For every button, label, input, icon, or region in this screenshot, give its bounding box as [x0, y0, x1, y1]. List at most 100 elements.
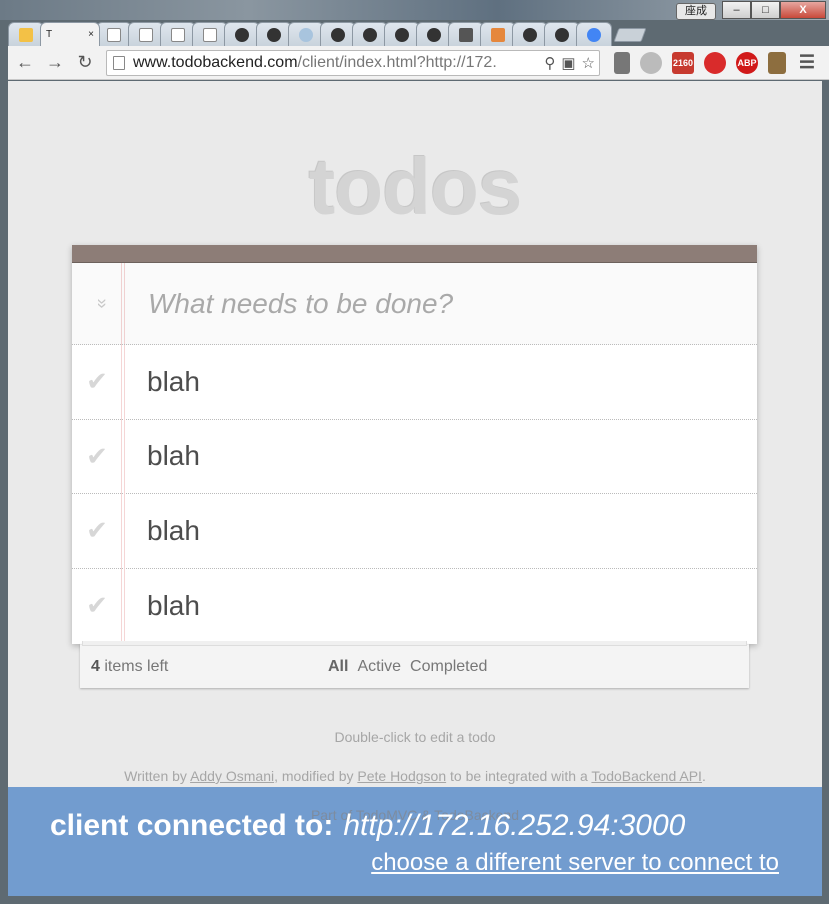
author-link-pete[interactable]: Pete Hodgson [357, 768, 446, 784]
bookmark-star-icon[interactable]: ☆ [582, 54, 595, 72]
window-controls: – □ X [722, 1, 826, 20]
todo-label[interactable]: blah [122, 366, 200, 398]
app-title: todos [308, 142, 523, 231]
react-icon[interactable] [640, 51, 662, 74]
checkmark-icon[interactable]: ✔ [72, 441, 122, 472]
tab[interactable] [320, 22, 356, 46]
credits-text: , modified by [274, 768, 358, 784]
github-icon [267, 27, 281, 42]
url-path: /client/index.html?http://172. [297, 53, 497, 71]
tab[interactable] [128, 22, 164, 46]
page-viewport: todos » ✔ blah ✔ blah ✔ blah ✔ blah 4 it… [8, 81, 822, 896]
tab[interactable] [480, 22, 516, 46]
count-suffix: items left [99, 657, 169, 675]
minimize-button[interactable]: – [722, 1, 751, 19]
tab[interactable] [448, 22, 484, 46]
tab[interactable] [384, 22, 420, 46]
tab[interactable] [160, 22, 196, 46]
todo-app: » ✔ blah ✔ blah ✔ blah ✔ blah [72, 245, 757, 644]
tab[interactable] [288, 22, 324, 46]
page-icon [113, 55, 125, 70]
change-server-link[interactable]: choose a different server to connect to [371, 849, 779, 877]
page-icon [139, 27, 153, 42]
server-banner: Part of TodoMVC & TodoBackend client con… [8, 787, 822, 896]
maximize-button[interactable]: □ [751, 1, 780, 19]
credits-text: to be integrated with a [446, 768, 592, 784]
items-left-count: 4 items left [91, 658, 168, 676]
server-url: http://172.16.252.94:3000 [343, 809, 686, 842]
hash-icon [19, 27, 33, 42]
close-window-button[interactable]: X [780, 1, 826, 19]
tab[interactable] [8, 22, 44, 46]
forward-arrow-icon[interactable]: → [42, 50, 68, 76]
checkmark-icon[interactable]: ✔ [72, 366, 122, 397]
todobackend-api-link[interactable]: TodoBackend API [591, 768, 702, 784]
github-icon [523, 27, 537, 42]
github-icon [395, 27, 409, 42]
eyedropper-icon[interactable] [768, 51, 786, 74]
tab[interactable] [96, 22, 132, 46]
save-icon[interactable] [614, 51, 630, 74]
github-icon [363, 27, 377, 42]
connection-status: client connected to: http://172.16.252.94… [50, 809, 685, 843]
play-icon [459, 27, 473, 42]
count-number: 4 [91, 657, 100, 675]
address-bar[interactable]: www.todobackend.com/client/index.html?ht… [106, 49, 600, 76]
todo-label[interactable]: blah [122, 440, 200, 472]
connected-label: client connected to: [50, 809, 334, 842]
todo-item[interactable]: ✔ blah [72, 494, 757, 569]
url-text[interactable]: www.todobackend.com/client/index.html?ht… [133, 54, 543, 72]
reload-icon[interactable]: ↻ [72, 50, 98, 76]
profile-button[interactable]: 座成 [676, 3, 716, 20]
github-icon [331, 27, 345, 42]
browser-toolbar: ← → ↻ www.todobackend.com/client/index.h… [8, 46, 829, 80]
new-todo-row: » [72, 263, 757, 345]
checkmark-icon[interactable]: ✔ [72, 515, 122, 546]
tab[interactable] [256, 22, 292, 46]
tab[interactable] [416, 22, 452, 46]
tab-title: T [46, 29, 53, 40]
tab[interactable] [544, 22, 580, 46]
zoom-icon[interactable]: ⚲ [544, 54, 555, 72]
filters: All Active Completed [328, 658, 487, 676]
tab[interactable] [576, 22, 612, 46]
todo-item[interactable]: ✔ blah [72, 345, 757, 420]
page-icon [107, 27, 121, 42]
credits: Written by Addy Osmani, modified by Pete… [8, 768, 822, 784]
menu-icon[interactable]: ☰ [796, 52, 818, 74]
extensions: 2160 ABP ☰ [614, 51, 818, 74]
credits-text: Written by [124, 768, 191, 784]
app-header-bar [72, 245, 757, 263]
todo-label[interactable]: blah [122, 590, 200, 622]
cloud-icon [299, 27, 313, 42]
page-icon [203, 27, 217, 42]
filter-all[interactable]: All [328, 658, 348, 676]
tab-active[interactable]: T × [40, 22, 100, 46]
new-tab-button[interactable] [613, 28, 647, 42]
todo-footer: 4 items left All Active Completed [80, 641, 749, 688]
adblock-icon[interactable]: ABP [736, 51, 758, 74]
tab[interactable] [352, 22, 388, 46]
url-host: www.todobackend.com [133, 53, 298, 71]
google-icon [587, 27, 601, 42]
todo-item[interactable]: ✔ blah [72, 420, 757, 494]
tab[interactable] [224, 22, 260, 46]
checkmark-icon[interactable]: ✔ [72, 590, 122, 621]
back-arrow-icon[interactable]: ← [12, 50, 38, 76]
github-icon [235, 27, 249, 42]
todo-label[interactable]: blah [122, 515, 200, 547]
new-todo-input[interactable] [132, 287, 757, 320]
todo-item[interactable]: ✔ blah [72, 569, 757, 644]
tab[interactable] [192, 22, 228, 46]
close-tab-icon[interactable]: × [88, 29, 94, 40]
toggle-all-chevron-icon[interactable]: » [92, 274, 113, 334]
author-link-addy[interactable]: Addy Osmani [190, 768, 274, 784]
filter-completed[interactable]: Completed [410, 658, 487, 676]
translate-icon[interactable]: ▣ [561, 54, 575, 72]
filter-active[interactable]: Active [357, 658, 401, 676]
page-icon [171, 27, 185, 42]
tab[interactable] [512, 22, 548, 46]
stop-hand-icon[interactable] [704, 51, 726, 74]
credits-text: . [701, 768, 706, 784]
gmail-icon[interactable]: 2160 [672, 51, 694, 74]
